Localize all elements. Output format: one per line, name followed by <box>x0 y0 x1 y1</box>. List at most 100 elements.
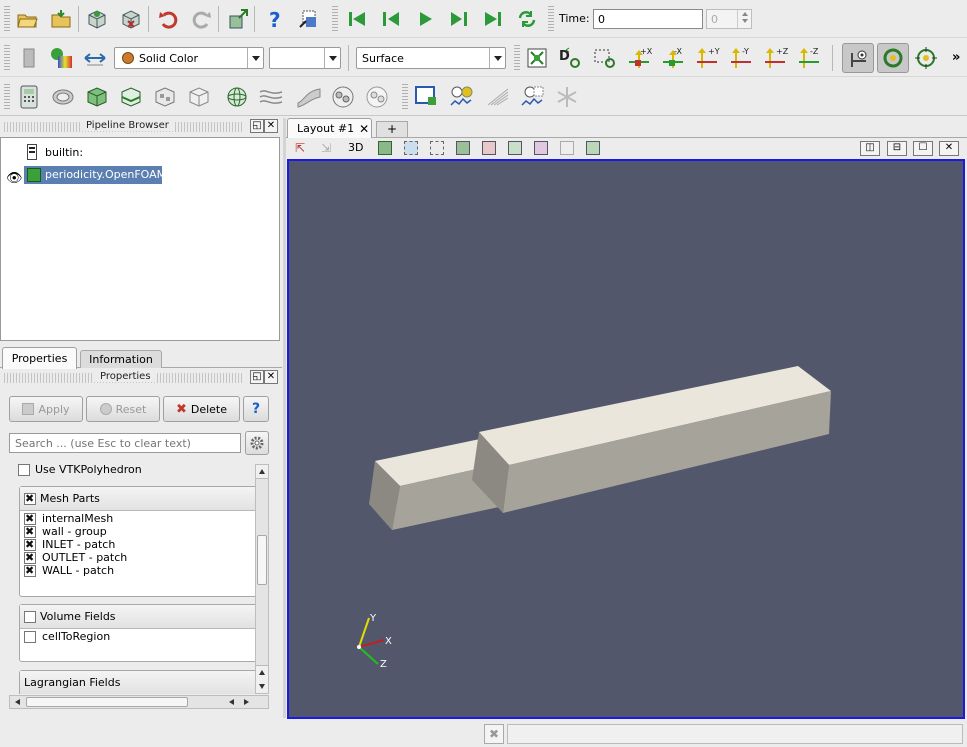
pipeline-item-selected[interactable]: periodicity.OpenFOAM <box>24 166 166 184</box>
properties-vertical-scrollbar[interactable] <box>255 464 269 694</box>
delete-button[interactable]: ✖ Delete <box>163 396 240 422</box>
reset-center-button[interactable] <box>877 43 909 73</box>
pick-center-of-rotation-button[interactable] <box>913 45 939 71</box>
scroll-left-icon[interactable] <box>10 696 24 708</box>
scroll-up-icon[interactable] <box>256 665 268 679</box>
plot-data-button[interactable] <box>485 84 511 110</box>
toolbar-overflow-icon[interactable]: » <box>952 50 960 65</box>
select-cells-through-icon[interactable] <box>456 141 470 155</box>
camera-minus-y-button[interactable]: -Y <box>728 45 754 71</box>
representation-select[interactable]: Surface <box>356 47 506 69</box>
mesh-part-checkbox[interactable] <box>24 538 36 551</box>
rescale-button[interactable] <box>82 45 108 71</box>
mesh-part-checkbox[interactable] <box>24 512 36 525</box>
pick-center-button[interactable] <box>295 6 321 32</box>
split-horizontal-button[interactable]: ◫ <box>860 141 880 156</box>
connect-button[interactable] <box>225 6 251 32</box>
capture-icon[interactable]: ⇲ <box>321 141 331 155</box>
eye-icon[interactable]: 👁 <box>6 171 23 186</box>
plot-global-over-time-button[interactable] <box>520 84 546 110</box>
interactive-select-icon[interactable] <box>560 141 574 155</box>
undo-button[interactable] <box>156 6 182 32</box>
close-view-button[interactable]: ✕ <box>939 141 959 156</box>
mesh-parts-header[interactable]: Mesh Parts <box>20 487 256 511</box>
last-frame-button[interactable] <box>480 6 506 32</box>
split-convert-icon[interactable]: ⇱ <box>295 141 305 155</box>
lagrangian-fields-header[interactable]: Lagrangian Fields <box>20 671 256 694</box>
scroll-right-icon[interactable] <box>239 696 253 708</box>
time-index-spinbox[interactable]: 0 <box>706 9 752 29</box>
scroll-thumb[interactable] <box>26 697 188 707</box>
spin-arrows[interactable] <box>737 10 751 28</box>
list-item[interactable]: INLET - patch <box>20 538 256 551</box>
camera-minus-x-button[interactable]: -X <box>660 45 686 71</box>
clear-selection-icon[interactable] <box>586 141 600 155</box>
edit-color-map-button[interactable] <box>48 45 74 71</box>
list-item[interactable]: internalMesh <box>20 512 256 525</box>
plot-selection-over-time-button[interactable] <box>449 84 475 110</box>
toolbar-grip[interactable] <box>4 84 10 110</box>
pipeline-item-builtin[interactable]: builtin: <box>45 146 83 159</box>
open-file-button[interactable] <box>14 6 40 32</box>
volume-fields-checkbox[interactable] <box>24 610 36 623</box>
properties-help-button[interactable]: ? <box>243 396 269 422</box>
next-frame-button[interactable] <box>446 6 472 32</box>
float-panel-button[interactable]: ◱ <box>250 119 264 133</box>
toolbar-grip[interactable] <box>4 6 10 32</box>
time-input[interactable] <box>593 9 703 29</box>
contour-filter-button[interactable] <box>50 84 76 110</box>
play-button[interactable] <box>412 6 438 32</box>
camera-plus-z-button[interactable]: +Z <box>762 45 788 71</box>
list-item[interactable]: WALL - patch <box>20 564 256 577</box>
dock-splitter[interactable] <box>283 118 286 718</box>
glyph-filter-button[interactable] <box>224 84 250 110</box>
reset-button[interactable]: Reset <box>86 396 160 422</box>
zoom-to-data-button[interactable]: D <box>557 45 583 71</box>
volume-field-checkbox[interactable] <box>24 630 36 643</box>
save-state-button[interactable] <box>118 6 144 32</box>
show-center-button[interactable] <box>842 43 874 73</box>
scroll-left-icon[interactable] <box>224 696 238 708</box>
load-state-button[interactable] <box>84 6 110 32</box>
reset-camera-button[interactable] <box>524 45 550 71</box>
abort-button[interactable]: ✖ <box>484 724 504 744</box>
select-cells-icon[interactable] <box>404 141 418 155</box>
python-calculator-button[interactable] <box>554 84 580 110</box>
toolbar-grip[interactable] <box>514 45 520 71</box>
component-select[interactable] <box>269 47 341 69</box>
mesh-part-checkbox[interactable] <box>24 525 36 538</box>
toggle-color-legend-button[interactable] <box>16 45 42 71</box>
volume-fields-header[interactable]: Volume Fields <box>20 605 256 629</box>
tab-layout-1[interactable]: Layout #1 ✕ <box>287 118 372 138</box>
use-vtk-polyhedron-row[interactable]: Use VTKPolyhedron <box>18 463 142 476</box>
mesh-parts-checkbox[interactable] <box>24 492 36 505</box>
clip-filter-button[interactable] <box>84 84 110 110</box>
toolbar-grip[interactable] <box>402 84 408 110</box>
maximize-view-button[interactable]: ☐ <box>913 141 933 156</box>
extract-subset-button[interactable] <box>186 84 212 110</box>
list-item[interactable]: OUTLET - patch <box>20 551 256 564</box>
split-vertical-button[interactable]: ⊟ <box>887 141 907 156</box>
toolbar-grip[interactable] <box>548 6 554 32</box>
mesh-part-checkbox[interactable] <box>24 564 36 577</box>
properties-horizontal-scrollbar[interactable] <box>9 695 269 709</box>
coloring-select[interactable]: Solid Color <box>114 47 264 69</box>
plot-over-line-button[interactable] <box>414 84 440 110</box>
first-frame-button[interactable] <box>344 6 370 32</box>
add-layout-tab[interactable]: + <box>376 121 408 137</box>
select-block-icon[interactable] <box>534 141 548 155</box>
advanced-settings-button[interactable] <box>245 431 269 455</box>
tab-information[interactable]: Information <box>80 350 162 368</box>
close-panel-button[interactable]: ✕ <box>264 370 278 384</box>
properties-search-input[interactable] <box>9 433 241 453</box>
scroll-down-icon[interactable] <box>256 679 268 693</box>
scroll-up-icon[interactable] <box>256 465 268 479</box>
close-panel-button[interactable]: ✕ <box>264 119 278 133</box>
previous-frame-button[interactable] <box>378 6 404 32</box>
close-tab-icon[interactable]: ✕ <box>359 122 369 136</box>
redo-button[interactable] <box>188 6 214 32</box>
stream-tracer-button[interactable] <box>258 84 284 110</box>
slice-filter-button[interactable] <box>118 84 144 110</box>
apply-button[interactable]: Apply <box>9 396 83 422</box>
select-points-through-icon[interactable] <box>482 141 496 155</box>
